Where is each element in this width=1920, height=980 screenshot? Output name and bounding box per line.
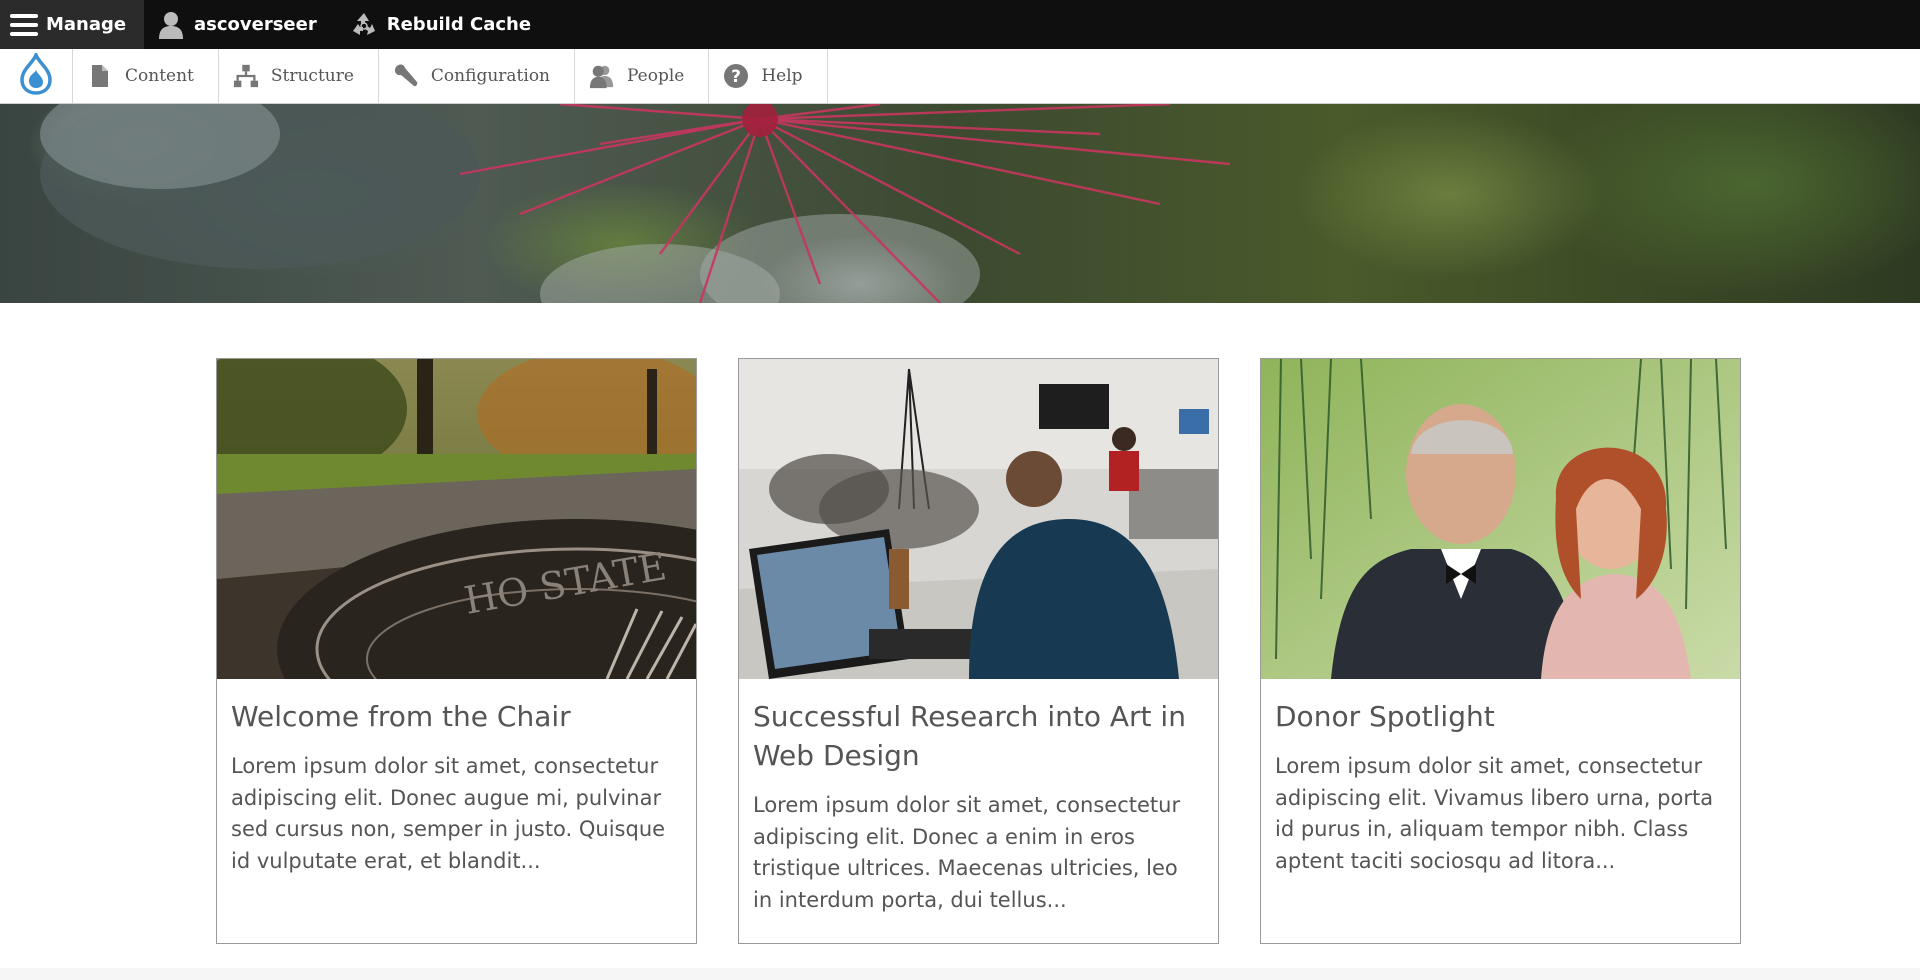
admin-tray: Content Structure Configuration People ?… — [0, 49, 1920, 104]
drupal-logo-icon — [19, 49, 53, 100]
admin-toolbar: Manage ascoverseer Rebuild Cache — [0, 0, 1920, 49]
tray-item-label: Content — [125, 66, 194, 86]
card-title[interactable]: Successful Research into Art in Web Desi… — [753, 697, 1203, 775]
card-excerpt: Lorem ipsum dolor sit amet, consectetur … — [753, 793, 1181, 912]
news-card-3[interactable]: Donor Spotlight Lorem ipsum dolor sit am… — [1260, 358, 1741, 944]
hero-banner-image — [0, 104, 1920, 303]
tray-item-configuration[interactable]: Configuration — [379, 49, 575, 103]
tray-item-content[interactable]: Content — [73, 49, 219, 103]
manage-label: Manage — [46, 14, 127, 35]
hamburger-icon — [10, 10, 38, 40]
help-icon: ? — [723, 63, 749, 89]
rebuild-cache-label: Rebuild Cache — [386, 14, 532, 35]
news-card-2[interactable]: Successful Research into Art in Web Desi… — [738, 358, 1219, 944]
tray-item-label: Configuration — [430, 66, 550, 86]
card-title[interactable]: Welcome from the Chair — [231, 697, 681, 736]
user-menu-button[interactable]: ascoverseer — [144, 0, 339, 49]
card-excerpt: Lorem ipsum dolor sit amet, consectetur … — [231, 754, 666, 873]
recycle-icon — [349, 10, 379, 40]
tray-item-label: People — [627, 66, 685, 86]
file-icon — [87, 63, 113, 89]
page-footer-edge — [0, 968, 1920, 980]
manage-button[interactable]: Manage — [0, 0, 144, 49]
drupal-home-link[interactable] — [0, 49, 73, 103]
rebuild-cache-button[interactable]: Rebuild Cache — [339, 0, 553, 49]
campus-path-image: HO STATE — [217, 359, 696, 679]
card-title[interactable]: Donor Spotlight — [1275, 697, 1725, 736]
donor-couple-photo-image — [1261, 359, 1740, 679]
people-icon — [589, 63, 615, 89]
user-label: ascoverseer — [194, 14, 317, 35]
tray-item-structure[interactable]: Structure — [219, 49, 379, 103]
classroom-photo-image — [739, 359, 1218, 679]
svg-text:?: ? — [731, 67, 741, 87]
tray-item-label: Structure — [270, 66, 354, 86]
card-excerpt: Lorem ipsum dolor sit amet, consectetur … — [1275, 754, 1714, 873]
tray-item-people[interactable]: People — [575, 49, 710, 103]
tray-item-label: Help — [761, 66, 803, 86]
wrench-icon — [393, 63, 419, 89]
news-card-1[interactable]: HO STATE Welcome from the Chair Lorem ip… — [216, 358, 697, 944]
user-icon — [156, 10, 186, 40]
tray-item-help[interactable]: ? Help — [709, 49, 828, 103]
sitemap-icon — [233, 63, 259, 89]
